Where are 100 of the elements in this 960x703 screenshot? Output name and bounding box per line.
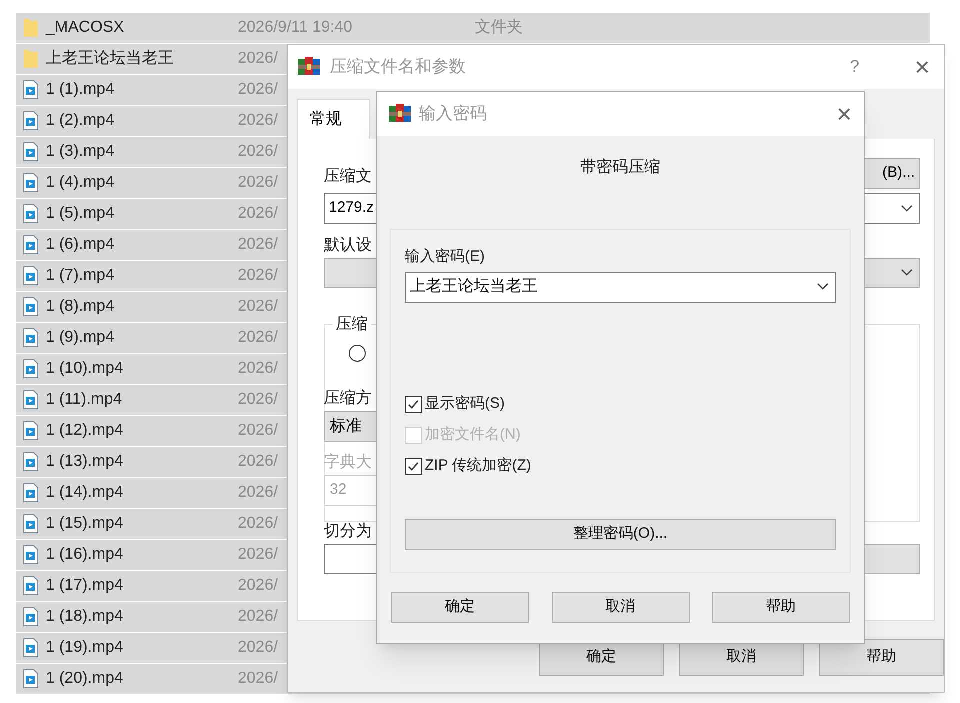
file-name: 1 (6).mp4 bbox=[46, 235, 116, 255]
file-name: 1 (10).mp4 bbox=[46, 359, 124, 379]
file-date: 2026/ bbox=[238, 576, 278, 596]
field-value: 1279.z bbox=[329, 198, 376, 218]
file-name: 1 (4).mp4 bbox=[46, 173, 116, 193]
folder-icon bbox=[23, 49, 39, 69]
file-name: 1 (19).mp4 bbox=[46, 638, 124, 658]
file-name: 1 (5).mp4 bbox=[46, 204, 116, 224]
file-date: 2026/ bbox=[238, 545, 278, 565]
radio-button[interactable] bbox=[349, 345, 366, 362]
file-row[interactable]: _MACOSX 2026/9/11 19:40 文件夹 bbox=[16, 13, 930, 44]
video-file-icon bbox=[23, 390, 39, 410]
video-file-icon bbox=[23, 111, 39, 131]
folder-icon bbox=[23, 18, 39, 38]
checkbox[interactable] bbox=[405, 396, 422, 412]
file-date: 2026/ bbox=[238, 173, 278, 193]
file-date: 2026/ bbox=[238, 638, 278, 658]
video-file-icon bbox=[23, 142, 39, 162]
video-file-icon bbox=[23, 452, 39, 472]
file-name: 1 (16).mp4 bbox=[46, 545, 124, 565]
file-date: 2026/ bbox=[238, 483, 278, 503]
organize-button[interactable]: 整理密码(O)... bbox=[405, 518, 836, 550]
password-field[interactable]: 上老王论坛当老王 bbox=[405, 272, 836, 302]
file-date: 2026/ bbox=[238, 452, 278, 472]
file-name: 1 (1).mp4 bbox=[46, 80, 116, 100]
books-icon bbox=[298, 57, 320, 77]
chevron-icon bbox=[901, 204, 913, 212]
file-date: 2026/ bbox=[238, 297, 278, 317]
video-file-icon bbox=[23, 204, 39, 224]
checkbox-label: 显示密码(S) bbox=[425, 394, 505, 414]
video-file-icon bbox=[23, 421, 39, 441]
video-file-icon bbox=[23, 669, 39, 689]
file-date: 2026/ bbox=[238, 390, 278, 410]
browse-button[interactable]: (B)... bbox=[864, 158, 920, 189]
file-name: _MACOSX bbox=[46, 18, 126, 38]
video-file-icon bbox=[23, 328, 39, 348]
file-name: 1 (13).mp4 bbox=[46, 452, 124, 472]
file-name: 1 (17).mp4 bbox=[46, 576, 124, 596]
video-file-icon bbox=[23, 483, 39, 503]
video-file-icon bbox=[23, 80, 39, 100]
field-label: 默认设 bbox=[324, 236, 372, 256]
checkbox-label: ZIP 传统加密(Z) bbox=[425, 456, 532, 476]
field-value: 上老王论坛当老王 bbox=[410, 276, 539, 297]
file-date: 2026/ bbox=[238, 266, 278, 286]
field-label: 切分为 bbox=[324, 522, 372, 542]
file-name: 1 (8).mp4 bbox=[46, 297, 116, 317]
close-button[interactable]: × bbox=[836, 101, 852, 127]
file-name: 1 (18).mp4 bbox=[46, 607, 124, 627]
field-label: 压缩文 bbox=[324, 166, 372, 187]
file-date: 2026/ bbox=[238, 80, 278, 100]
field-label: 输入密码(E) bbox=[405, 247, 485, 267]
file-date: 2026/ bbox=[238, 49, 278, 69]
file-name: 1 (9).mp4 bbox=[46, 328, 116, 348]
file-date: 2026/ bbox=[238, 669, 278, 689]
field-label: 字典大 bbox=[324, 452, 372, 473]
dialog-heading: 带密码压缩 bbox=[580, 158, 662, 178]
checkbox[interactable] bbox=[405, 458, 422, 474]
file-name: 1 (12).mp4 bbox=[46, 421, 124, 441]
video-file-icon bbox=[23, 359, 39, 379]
video-file-icon bbox=[23, 607, 39, 627]
file-date: 2026/ bbox=[238, 142, 278, 162]
dialog-button[interactable]: 帮助 bbox=[712, 592, 850, 623]
file-name: 1 (11).mp4 bbox=[46, 390, 124, 410]
file-name: 1 (15).mp4 bbox=[46, 514, 124, 534]
help-button[interactable]: ? bbox=[844, 54, 865, 80]
window-title: 压缩文件名和参数 bbox=[330, 56, 467, 78]
dialog-button[interactable]: 帮助 bbox=[819, 639, 944, 676]
video-file-icon bbox=[23, 235, 39, 255]
file-name: 1 (2).mp4 bbox=[46, 111, 116, 131]
dialog-button[interactable]: 取消 bbox=[552, 592, 690, 623]
file-date: 2026/ bbox=[238, 204, 278, 224]
tab[interactable]: 常规 bbox=[297, 99, 370, 139]
close-button[interactable]: × bbox=[914, 54, 930, 80]
file-date: 2026/ bbox=[238, 421, 278, 441]
books-icon bbox=[389, 104, 411, 124]
chevron-icon bbox=[817, 283, 829, 291]
field-label: 压缩方 bbox=[324, 388, 372, 409]
file-name: 1 (14).mp4 bbox=[46, 483, 124, 503]
file-name: 1 (20).mp4 bbox=[46, 669, 124, 689]
file-name: 1 (7).mp4 bbox=[46, 266, 116, 286]
file-date: 2026/ bbox=[238, 607, 278, 627]
file-date: 2026/ bbox=[238, 359, 278, 379]
dialog-button[interactable]: 确定 bbox=[391, 592, 529, 623]
field-value: 32 bbox=[330, 480, 347, 500]
field-value: 标准 bbox=[330, 416, 362, 436]
video-file-icon bbox=[23, 266, 39, 286]
file-date: 2026/ bbox=[238, 111, 278, 131]
video-file-icon bbox=[23, 173, 39, 193]
file-date: 2026/ bbox=[238, 514, 278, 534]
file-name: 上老王论坛当老王 bbox=[46, 48, 175, 69]
file-date: 2026/ bbox=[238, 328, 278, 348]
chevron-icon bbox=[901, 269, 913, 277]
video-file-icon bbox=[23, 514, 39, 534]
video-file-icon bbox=[23, 297, 39, 317]
file-name: 1 (3).mp4 bbox=[46, 142, 116, 162]
checkbox-label: 加密文件名(N) bbox=[425, 424, 521, 445]
video-file-icon bbox=[23, 545, 39, 565]
file-date: 2026/ bbox=[238, 235, 278, 255]
video-file-icon bbox=[23, 576, 39, 596]
file-date: 2026/9/11 19:40 bbox=[238, 18, 352, 38]
